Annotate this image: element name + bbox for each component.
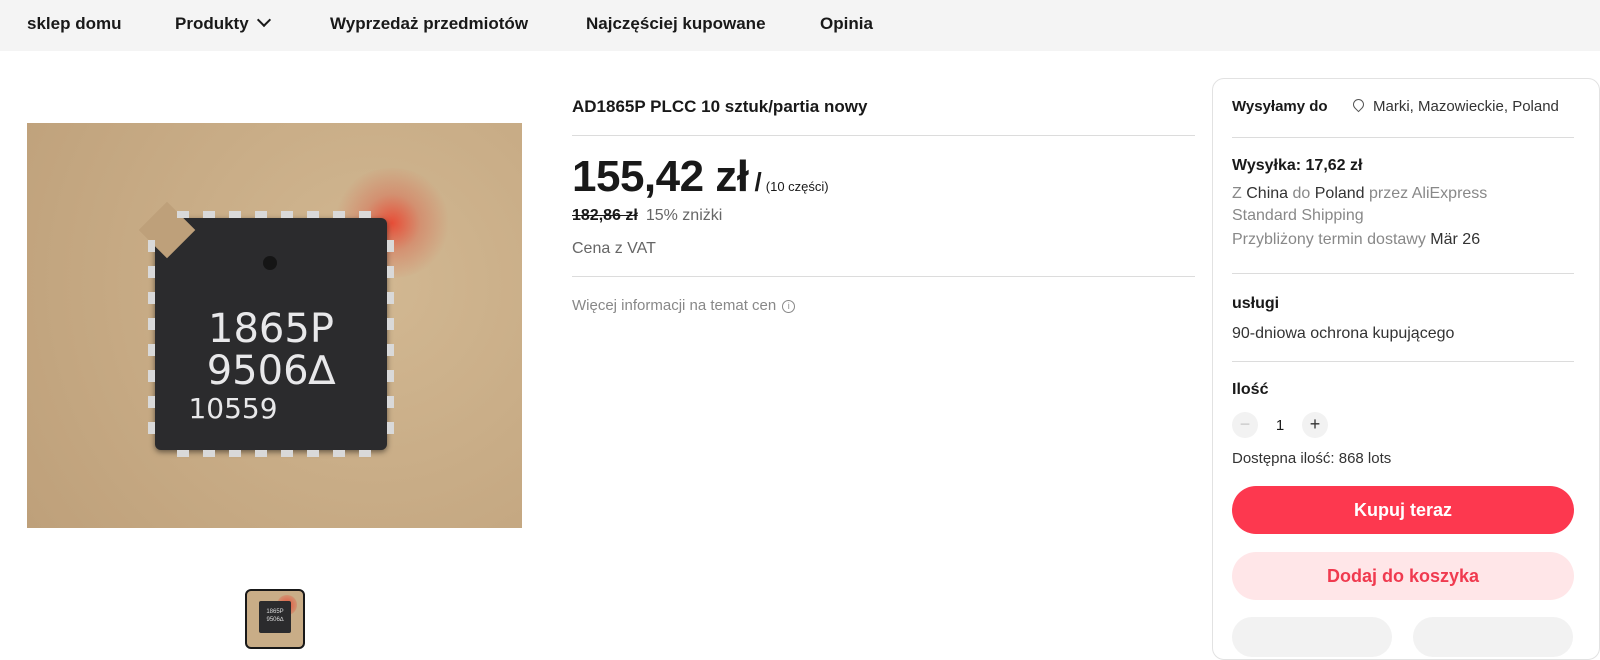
chip-pin <box>387 240 394 252</box>
available-quantity: Dostępna ilość: 868 lots <box>1232 450 1392 467</box>
more-price-info-label: Więcej informacji na temat cen <box>572 297 777 314</box>
quantity-increase-button[interactable]: + <box>1302 412 1328 438</box>
chip-pin <box>177 450 189 457</box>
chip-pin <box>359 450 371 457</box>
product-title: AD1865P PLCC 10 sztuk/partia nowy <box>572 97 868 116</box>
chip-pin <box>255 450 267 457</box>
chip-pin <box>203 450 215 457</box>
quantity-decrease-button[interactable]: − <box>1232 412 1258 438</box>
route-via-prefix: przez <box>1369 185 1409 202</box>
top-nav: sklep domu Produkty Wyprzedaż przedmiotó… <box>0 0 1600 51</box>
chip-pin <box>307 211 319 218</box>
more-price-info-link[interactable]: Więcej informacji na temat cen i <box>572 297 796 314</box>
purchase-panel: Wysyłamy do Marki, Mazowieckie, Poland W… <box>1212 78 1600 660</box>
chip-pin <box>148 396 155 408</box>
quantity-value[interactable]: 1 <box>1258 417 1302 434</box>
current-price: 155,42 zł <box>572 152 749 201</box>
chip-marking-line-2: 9506∆ <box>206 348 336 394</box>
nav-item-products-label: Produkty <box>175 14 249 33</box>
nav-item-reviews[interactable]: Opinia <box>820 0 873 51</box>
chevron-down-icon <box>256 12 271 28</box>
thumbnail-1[interactable]: 1865P 9506∆ <box>245 589 305 649</box>
price-block: 155,42 zł / (10 części) <box>572 152 829 202</box>
chip-pin <box>148 318 155 330</box>
chip-pin <box>148 292 155 304</box>
chip-pin <box>203 211 215 218</box>
main-product-image[interactable]: 1865P 9506∆ 10559 <box>27 123 522 528</box>
chip-pin <box>281 450 293 457</box>
secondary-action-button[interactable] <box>1413 617 1573 657</box>
chip-pin <box>387 318 394 330</box>
quantity-title: Ilość <box>1232 381 1269 398</box>
buy-now-button[interactable]: Kupuj teraz <box>1232 486 1574 534</box>
old-price: 182,86 zł <box>572 207 638 224</box>
chip-pin <box>148 240 155 252</box>
price-unit: (10 części) <box>765 179 829 194</box>
chip-photo: 1865P 9506∆ 10559 <box>138 201 394 457</box>
quantity-stepper: − 1 + <box>1232 412 1328 438</box>
divider <box>1232 361 1574 362</box>
route-to-prefix: do <box>1292 185 1311 202</box>
old-price-row: 182,86 zł 15% zniżki <box>572 207 722 225</box>
chip-pin <box>333 450 345 457</box>
info-icon: i <box>782 300 796 313</box>
chip-pin <box>229 211 241 218</box>
delivery-date: Mär 26 <box>1430 231 1481 248</box>
chip-pin <box>148 422 155 434</box>
chip-pin <box>148 370 155 382</box>
divider <box>1232 273 1574 274</box>
location-pin-icon <box>1350 96 1367 113</box>
nav-item-store-home[interactable]: sklep domu <box>27 0 121 51</box>
shipping-route: Z China do Poland przez AliExpress Stand… <box>1232 183 1552 227</box>
secondary-action-button[interactable] <box>1232 617 1392 657</box>
divider <box>572 276 1195 277</box>
add-to-cart-button[interactable]: Dodaj do koszyka <box>1232 552 1574 600</box>
delivery-estimate: Przybliżony termin dostawy Mär 26 <box>1232 231 1480 249</box>
chip-pin <box>255 211 267 218</box>
location-text: Marki, Mazowieckie, Poland <box>1373 98 1559 115</box>
thumbnail-chip-line-2: 9506∆ <box>266 617 284 623</box>
chip-marking-line-1: 1865P <box>208 306 334 352</box>
chip-pin <box>148 344 155 356</box>
services-title: usługi <box>1232 295 1280 312</box>
chip-pin <box>281 211 293 218</box>
chip-pin <box>387 266 394 278</box>
chip-pin <box>387 396 394 408</box>
discount-badge: 15% zniżki <box>645 207 723 224</box>
thumbnail-chip: 1865P 9506∆ <box>259 601 291 633</box>
divider <box>572 135 1195 136</box>
chip-pin <box>148 266 155 278</box>
chip-pin <box>387 422 394 434</box>
route-to: Poland <box>1314 185 1365 202</box>
chip-pin <box>387 370 394 382</box>
divider <box>1232 137 1574 138</box>
chip-pin <box>387 292 394 304</box>
delivery-label: Przybliżony termin dostawy <box>1232 231 1426 248</box>
chip-pin <box>229 450 241 457</box>
buyer-protection[interactable]: 90-dniowa ochrona kupującego <box>1232 325 1454 343</box>
price-separator: / <box>754 167 762 197</box>
shipping-cost: Wysyłka: 17,62 zł <box>1232 157 1363 174</box>
thumbnail-chip-line-1: 1865P <box>266 609 284 615</box>
chip-pin <box>359 211 371 218</box>
chip-pin <box>307 450 319 457</box>
nav-item-products[interactable]: Produkty <box>175 0 271 51</box>
chip-pin <box>333 211 345 218</box>
ship-to-location[interactable]: Marki, Mazowieckie, Poland <box>1350 96 1559 115</box>
chip-pin1-dot <box>263 256 277 270</box>
nav-item-sale[interactable]: Wyprzedaż przedmiotów <box>330 0 528 51</box>
ship-to-label: Wysyłamy do <box>1232 98 1328 115</box>
nav-item-best-sellers[interactable]: Najczęściej kupowane <box>586 0 766 51</box>
vat-note: Cena z VAT <box>572 240 656 257</box>
chip-pin <box>177 211 189 218</box>
route-from: China <box>1246 185 1289 202</box>
route-from-prefix: Z <box>1232 185 1242 202</box>
chip-pin <box>387 344 394 356</box>
